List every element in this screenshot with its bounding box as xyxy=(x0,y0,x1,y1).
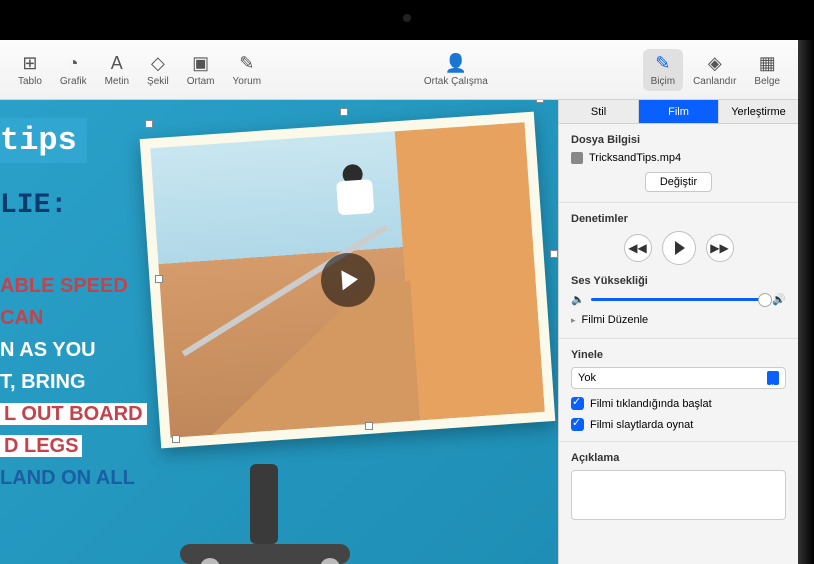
toolbar-left-group: ⊞Tablo ◔Grafik AMetin ◇Şekil ▣Ortam ✎Yor… xyxy=(10,49,269,91)
rewind-button[interactable]: ◀◀ xyxy=(624,234,652,262)
volume-title: Ses Yüksekliği xyxy=(571,275,786,287)
slide-body-text: ABLE SPEED CAN N AS YOU T, BRING L OUT B… xyxy=(0,270,147,494)
toolbar: ⊞Tablo ◔Grafik AMetin ◇Şekil ▣Ortam ✎Yor… xyxy=(0,40,798,100)
toolbar-text[interactable]: AMetin xyxy=(97,49,137,91)
shape-icon: ◇ xyxy=(151,53,165,74)
start-on-click-checkbox[interactable]: Filmi tıklandığında başlat xyxy=(571,397,786,410)
controls-title: Denetimler xyxy=(571,213,786,225)
tab-arrange[interactable]: Yerleştirme xyxy=(719,100,798,123)
selection-handle[interactable] xyxy=(145,120,153,128)
toolbar-comment[interactable]: ✎Yorum xyxy=(225,49,270,91)
volume-low-icon: 🔈 xyxy=(571,293,585,306)
collaborate-icon: 👤 xyxy=(445,53,467,74)
checkbox-checked-icon xyxy=(571,418,584,431)
slide-canvas[interactable]: tips LIE: ABLE SPEED CAN N AS YOU T, BRI… xyxy=(0,100,558,564)
play-across-slides-checkbox[interactable]: Filmi slaytlarda oynat xyxy=(571,418,786,431)
laptop-edge xyxy=(798,40,814,564)
movie-file-icon xyxy=(571,152,583,164)
selection-handle[interactable] xyxy=(365,422,373,430)
toolbar-table[interactable]: ⊞Tablo xyxy=(10,49,50,91)
document-icon: ▦ xyxy=(759,53,776,74)
toolbar-chart[interactable]: ◔Grafik xyxy=(52,49,95,91)
inspector-tabs: Stil Film Yerleştirme xyxy=(559,100,798,124)
tab-movie[interactable]: Film xyxy=(639,100,719,123)
toolbar-right-group: ✎Biçim ◈Canlandır ▦Belge xyxy=(643,49,788,91)
selection-handle[interactable] xyxy=(550,250,558,258)
media-icon: ▣ xyxy=(192,53,209,74)
toolbar-document[interactable]: ▦Belge xyxy=(746,49,788,91)
section-file-info: Dosya Bilgisi TricksandTips.mp4 Değiştir xyxy=(559,124,798,203)
checkbox-checked-icon xyxy=(571,397,584,410)
animate-icon: ◈ xyxy=(708,53,722,74)
slide-subtitle: LIE: xyxy=(0,190,67,221)
chart-icon: ◔ xyxy=(68,53,79,74)
movie-object[interactable] xyxy=(140,112,556,449)
description-title: Açıklama xyxy=(571,452,786,464)
volume-slider[interactable] xyxy=(591,298,767,301)
volume-high-icon: 🔊 xyxy=(772,293,786,306)
repeat-title: Yinele xyxy=(571,349,786,361)
repeat-select[interactable]: Yok xyxy=(571,367,786,389)
section-description: Açıklama xyxy=(559,442,798,530)
section-repeat: Yinele Yok Filmi tıklandığında başlat Fi… xyxy=(559,339,798,442)
inspector-panel: Stil Film Yerleştirme Dosya Bilgisi Tric… xyxy=(558,100,798,564)
section-controls: Denetimler ◀◀ ▶▶ Ses Yüksekliği 🔈 🔊 Film… xyxy=(559,203,798,339)
table-icon: ⊞ xyxy=(22,53,37,74)
file-info-title: Dosya Bilgisi xyxy=(571,134,786,146)
change-file-button[interactable]: Değiştir xyxy=(645,172,712,192)
toolbar-collaborate[interactable]: 👤Ortak Çalışma xyxy=(416,49,496,91)
selection-handle[interactable] xyxy=(536,100,544,103)
selection-handle[interactable] xyxy=(155,275,163,283)
toolbar-format[interactable]: ✎Biçim xyxy=(643,49,683,91)
edit-movie-disclosure[interactable]: Filmi Düzenle xyxy=(571,306,786,328)
text-icon: A xyxy=(111,53,123,74)
selection-handle[interactable] xyxy=(340,108,348,116)
selection-handle[interactable] xyxy=(172,435,180,443)
format-icon: ✎ xyxy=(655,53,670,74)
toolbar-animate[interactable]: ◈Canlandır xyxy=(685,49,744,91)
movie-filename: TricksandTips.mp4 xyxy=(589,152,681,164)
skateboard-graphic xyxy=(170,464,370,564)
repeat-value: Yok xyxy=(578,372,596,384)
slide-title: tips xyxy=(0,118,87,163)
description-textarea[interactable] xyxy=(571,470,786,520)
toolbar-media[interactable]: ▣Ortam xyxy=(179,49,223,91)
select-caret-icon xyxy=(767,371,779,385)
camera xyxy=(403,14,411,22)
tab-style[interactable]: Stil xyxy=(559,100,639,123)
forward-button[interactable]: ▶▶ xyxy=(706,234,734,262)
toolbar-shape[interactable]: ◇Şekil xyxy=(139,49,177,91)
play-button[interactable] xyxy=(662,231,696,265)
comment-icon: ✎ xyxy=(239,53,254,74)
